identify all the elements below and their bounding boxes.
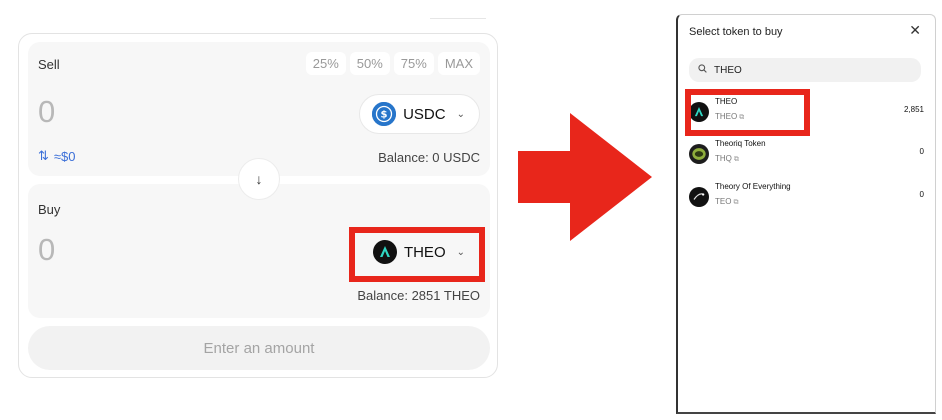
enter-amount-button[interactable]: Enter an amount <box>28 326 490 370</box>
close-icon[interactable]: ✕ <box>909 22 921 39</box>
sell-balance: Balance: 0 USDC <box>378 150 480 165</box>
sell-token-symbol: USDC <box>403 105 446 123</box>
arrow-down-icon: ↓ <box>255 171 263 187</box>
percent-25-button[interactable]: 25% <box>305 52 346 75</box>
token-list-item-theo[interactable]: THEO THEO ⧉ 2,851 <box>689 97 924 131</box>
theory-of-everything-icon <box>689 187 709 207</box>
buy-amount-input[interactable]: 0 <box>38 232 55 268</box>
token-balance: 0 <box>919 190 924 199</box>
swap-card: Sell 25% 50% 75% MAX 0 $ USDC ⌄ ⇅ ≈$0 Ba… <box>18 33 498 378</box>
percent-75-button[interactable]: 75% <box>393 52 434 75</box>
usd-value: ≈$0 <box>53 148 76 164</box>
token-search <box>689 58 921 82</box>
token-symbol: THEO ⧉ <box>715 112 745 121</box>
token-balance: 2,851 <box>903 105 924 114</box>
buy-panel: Buy 0 THEO ⌄ Balance: 2851 THEO <box>28 184 490 318</box>
sell-token-select[interactable]: $ USDC ⌄ <box>359 94 480 134</box>
token-select-modal: Select token to buy ✕ THEO THEO⧉ 2,851 T… <box>676 14 936 414</box>
buy-balance: Balance: 2851 THEO <box>357 288 480 303</box>
theoriq-icon <box>689 144 709 164</box>
currency-toggle[interactable]: ⇅ ≈$0 <box>38 148 76 164</box>
svg-text:$: $ <box>381 110 388 121</box>
theo-icon <box>689 102 709 122</box>
top-divider <box>430 18 486 19</box>
modal-title: Select token to buy <box>689 26 783 38</box>
chevron-down-icon: ⌄ <box>456 108 465 120</box>
buy-token-symbol: THEO <box>403 243 446 261</box>
percent-buttons: 25% 50% 75% MAX <box>305 52 480 75</box>
token-balance: 0 <box>919 147 924 156</box>
search-icon <box>698 64 707 76</box>
token-name: THEO <box>715 97 738 106</box>
percent-50-button[interactable]: 50% <box>349 52 390 75</box>
usdc-icon: $ <box>372 102 397 126</box>
copy-icon[interactable]: ⧉ <box>739 114 744 121</box>
sell-amount-input[interactable]: 0 <box>38 94 55 130</box>
token-list-item-teo[interactable]: Theory Of Everything TEO ⧉ 0 <box>689 182 924 216</box>
copy-icon[interactable]: ⧉ <box>734 156 739 163</box>
theo-icon <box>372 240 397 264</box>
token-list-item-thq[interactable]: Theoriq Token THQ ⧉ 0 <box>689 139 924 173</box>
buy-token-select[interactable]: THEO ⌄ <box>360 232 480 272</box>
swap-direction-icon: ⇅ <box>38 148 49 163</box>
chevron-down-icon: ⌄ <box>456 246 465 258</box>
sell-label: Sell <box>38 57 60 72</box>
token-name: Theoriq Token <box>715 139 766 148</box>
token-search-input[interactable] <box>714 64 904 76</box>
flip-direction-button[interactable]: ↓ <box>238 158 280 200</box>
sell-panel: Sell 25% 50% 75% MAX 0 $ USDC ⌄ ⇅ ≈$0 Ba… <box>28 42 490 176</box>
max-button[interactable]: MAX <box>437 52 480 75</box>
token-symbol: THQ ⧉ <box>715 154 739 163</box>
token-symbol: TEO ⧉ <box>715 197 739 206</box>
red-arrow-icon <box>518 113 652 241</box>
buy-label: Buy <box>38 202 61 217</box>
token-name: Theory Of Everything <box>715 182 791 191</box>
copy-icon[interactable]: ⧉ <box>733 199 738 206</box>
